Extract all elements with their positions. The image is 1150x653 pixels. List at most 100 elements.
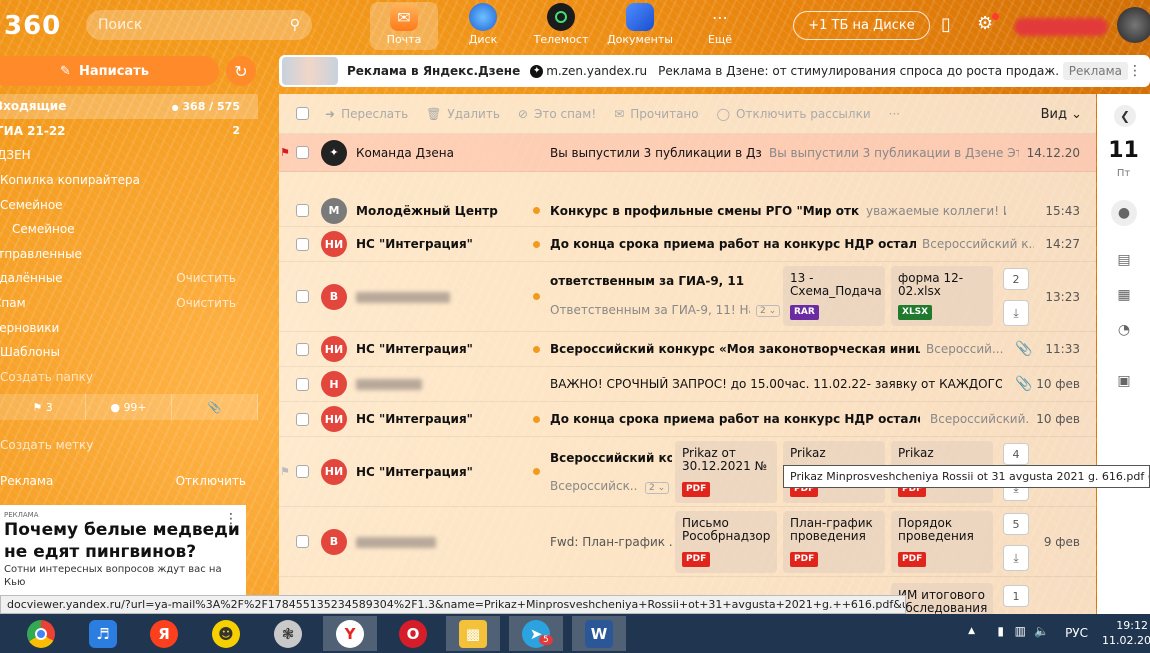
taskbar-yandex[interactable]: Я (137, 616, 191, 651)
tray-expand-icon[interactable]: ▲ (968, 626, 975, 636)
row-checkbox[interactable] (296, 342, 309, 356)
email-row[interactable]: М Молодёжный Центр Конкурс в профильные … (279, 195, 1096, 227)
folder-gia[interactable]: ГИА 21-22 2 (0, 119, 258, 144)
calendar-day[interactable]: 11 (1097, 138, 1150, 163)
attachment-pdf[interactable]: Порядок проведения PDF (891, 511, 993, 573)
attachment-rar[interactable]: 13 - Схема_Подача RAR (783, 266, 885, 326)
disable-ads-link[interactable]: Отключить (176, 474, 246, 488)
document-icon[interactable]: ▣ (1113, 370, 1135, 392)
logo-360[interactable]: 360 (4, 11, 61, 41)
taskbar-explorer[interactable]: ▩ (446, 616, 500, 651)
attachments-count[interactable]: 4 (1003, 443, 1029, 465)
language-indicator[interactable]: РУС (1065, 626, 1088, 640)
banner-menu-icon[interactable]: ⋮ (1128, 63, 1142, 79)
attachment-pdf[interactable]: План-график проведения PDF (783, 511, 885, 573)
folder-semeynoe[interactable]: Семейное (0, 192, 258, 217)
user-avatar[interactable] (1117, 7, 1150, 43)
taskbar-audio[interactable]: ♬ (76, 616, 130, 651)
taskbar-telegram[interactable]: ➤ 5 (509, 616, 563, 651)
network-icon[interactable]: ▥ (1015, 624, 1026, 638)
email-row[interactable]: НИ НС "Интеграция" До конца срока приема… (279, 402, 1096, 437)
compose-button[interactable]: ✎ Написать (0, 56, 219, 86)
email-row[interactable]: ⚑ ✦ Команда Дзена Вы выпустили 3 публика… (279, 134, 1096, 172)
row-checkbox[interactable] (296, 290, 309, 303)
row-checkbox[interactable] (296, 146, 309, 159)
service-telemost[interactable]: Телемост (527, 2, 595, 50)
email-row[interactable]: В ответственным за ГИА-9, 11 Ответственн… (279, 262, 1096, 332)
taskbar-opera[interactable]: O (386, 616, 440, 651)
gear-icon[interactable]: ⚙ (977, 13, 993, 34)
row-checkbox[interactable] (296, 465, 309, 478)
folder-kopilka[interactable]: Копилка копирайтера (0, 168, 258, 193)
phone-icon[interactable]: ▯ (941, 14, 951, 35)
unread-dot[interactable] (533, 207, 540, 214)
thread-count-select[interactable]: 2 ⌄ (752, 302, 781, 317)
email-row[interactable]: Н ВАЖНО! СРОЧНЫЙ ЗАПРОС! до 15.00час. 11… (279, 367, 1096, 402)
row-checkbox[interactable] (296, 237, 309, 251)
volume-icon[interactable]: 🔈 (1034, 624, 1049, 638)
spam-button[interactable]: ⊘ Это спам! (518, 107, 596, 121)
forward-button[interactable]: ➜ Переслать (325, 107, 408, 121)
search-input[interactable] (98, 17, 278, 33)
taskbar-yandex-browser[interactable]: Y (323, 616, 377, 651)
search-box[interactable]: ⚲ (86, 10, 312, 40)
clear-spam-link[interactable]: Очистить (176, 296, 236, 310)
service-more[interactable]: ⋯ Ещё (686, 2, 754, 50)
refresh-button[interactable]: ↻ (226, 56, 256, 86)
disk-upgrade-button[interactable]: +1 ТБ на Диске (793, 11, 930, 40)
pie-chart-icon[interactable]: ◔ (1113, 319, 1135, 341)
folder-drafts[interactable]: Черновики (0, 315, 258, 340)
folder-inbox[interactable]: Входящие ● 368 / 575 (0, 94, 258, 119)
create-label-link[interactable]: Создать метку (0, 438, 93, 452)
service-disk[interactable]: Диск (449, 2, 517, 50)
download-icon[interactable]: ⤓ (1003, 545, 1029, 571)
folder-dzen[interactable]: ДЗЕН (0, 143, 258, 168)
attachment-xlsx[interactable]: форма 12-02.xlsx XLSX (891, 266, 993, 326)
unread-dot[interactable] (533, 293, 540, 300)
folder-semeynoe-sub[interactable]: Семейное (0, 217, 258, 242)
flag-icon[interactable]: ⚑ (280, 146, 290, 159)
battery-icon[interactable]: ▮ (997, 624, 1004, 638)
folder-sent[interactable]: Отправленные (0, 242, 258, 267)
ad-banner[interactable]: Реклама в Яндекс.Дзене ✦ m.zen.yandex.ru … (279, 55, 1150, 87)
notes-icon[interactable]: ▤ (1113, 249, 1135, 271)
email-row[interactable]: НИ НС "Интеграция" До конца срока приема… (279, 227, 1096, 262)
folder-deleted[interactable]: Удалённые Очистить (0, 266, 258, 291)
folder-spam[interactable]: Спам Очистить (0, 291, 258, 316)
attachment-doc[interactable]: ИМ итогового обследования (891, 583, 993, 615)
flag-icon[interactable]: ⚑ (280, 465, 290, 478)
attachments-count[interactable]: 2 (1003, 268, 1029, 290)
service-documents[interactable]: Документы (606, 2, 674, 50)
taskbar-smiley-app[interactable]: ☻ (199, 616, 253, 651)
row-checkbox[interactable] (296, 377, 309, 391)
select-all-checkbox[interactable] (296, 107, 309, 120)
thread-count-select[interactable]: 2 ⌄ (641, 479, 670, 494)
user-name-redacted[interactable] (1014, 18, 1108, 36)
row-checkbox[interactable] (296, 412, 309, 426)
clock[interactable]: 19:12 11.02.202 (1102, 618, 1150, 648)
unread-dot[interactable] (533, 345, 540, 353)
filter-attachments[interactable]: 📎 (172, 394, 258, 420)
view-dropdown[interactable]: Вид ⌄ (1041, 107, 1082, 122)
delete-button[interactable]: 🗑 Удалить (426, 107, 500, 121)
row-checkbox[interactable] (296, 204, 309, 217)
attachment-pdf[interactable]: Prikaz от 30.12.2021 № PDF (675, 441, 777, 503)
apps-grid-icon[interactable]: ▦ (1113, 284, 1135, 306)
unsubscribe-button[interactable]: ◯ Отключить рассылки (717, 107, 871, 121)
attachment-pdf[interactable]: Письмо Рособрнадзор PDF (675, 511, 777, 573)
service-mail[interactable]: ✉ Почта (370, 2, 438, 50)
email-row[interactable]: НИ НС "Интеграция" Всероссийский конкурс… (279, 332, 1096, 367)
unread-dot[interactable] (533, 240, 540, 248)
search-icon[interactable]: ⚲ (290, 17, 300, 33)
filter-unread[interactable]: ● 99+ (86, 394, 172, 420)
taskbar-media[interactable]: ❃ (261, 616, 315, 651)
attachments-count[interactable]: 1 (1003, 585, 1029, 607)
filter-flagged[interactable]: ⚑ 3 (0, 394, 86, 420)
ad-menu-icon[interactable]: ⋮ (224, 511, 238, 527)
folder-templates[interactable]: Шаблоны (0, 340, 258, 365)
email-row[interactable]: В Fwd: План-график ... Письмо Рособрнадз… (279, 507, 1096, 577)
sidebar-ad-card[interactable]: РЕКЛАМА Почему белые медведи не едят пин… (0, 505, 246, 605)
download-icon[interactable]: ⤓ (1003, 300, 1029, 326)
create-folder-link[interactable]: Создать папку (0, 365, 258, 390)
mark-read-button[interactable]: ✉ Прочитано (614, 107, 698, 121)
